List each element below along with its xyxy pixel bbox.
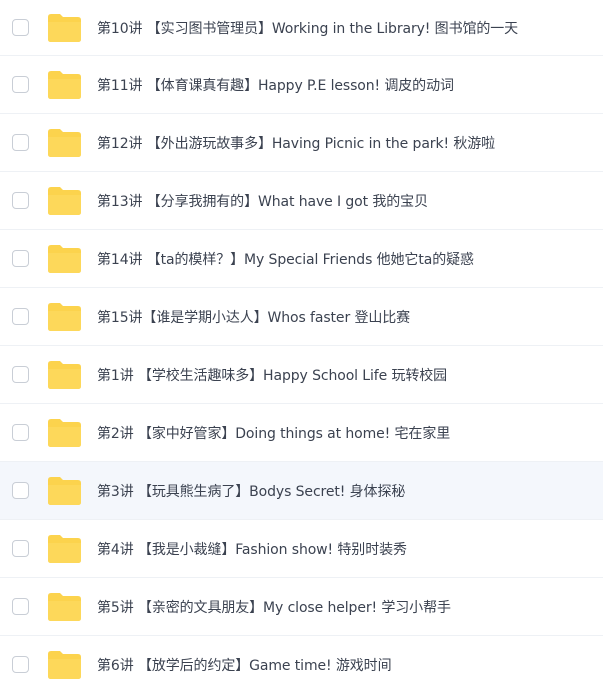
list-item[interactable]: 第13讲 【分享我拥有的】What have I got 我的宝贝: [0, 172, 603, 230]
folder-icon: [47, 418, 82, 448]
row-checkbox[interactable]: [12, 250, 29, 267]
file-name[interactable]: 第1讲 【学校生活趣味多】Happy School Life 玩转校园: [97, 365, 447, 385]
file-name[interactable]: 第13讲 【分享我拥有的】What have I got 我的宝贝: [97, 191, 428, 211]
row-checkbox[interactable]: [12, 540, 29, 557]
list-item[interactable]: 第10讲 【实习图书管理员】Working in the Library! 图书…: [0, 0, 603, 56]
list-item[interactable]: 第11讲 【体育课真有趣】Happy P.E lesson! 调皮的动词: [0, 56, 603, 114]
folder-icon: [47, 476, 82, 506]
row-checkbox[interactable]: [12, 76, 29, 93]
list-item[interactable]: 第2讲 【家中好管家】Doing things at home! 宅在家里: [0, 404, 603, 462]
file-name[interactable]: 第2讲 【家中好管家】Doing things at home! 宅在家里: [97, 423, 450, 443]
folder-icon: [47, 592, 82, 622]
folder-icon: [47, 302, 82, 332]
file-name[interactable]: 第12讲 【外出游玩故事多】Having Picnic in the park!…: [97, 133, 495, 153]
list-item[interactable]: 第6讲 【放学后的约定】Game time! 游戏时间: [0, 636, 603, 681]
row-checkbox[interactable]: [12, 656, 29, 673]
file-name[interactable]: 第3讲 【玩具熊生病了】Bodys Secret! 身体探秘: [97, 481, 405, 501]
list-item[interactable]: 第4讲 【我是小裁缝】Fashion show! 特别时装秀: [0, 520, 603, 578]
row-checkbox[interactable]: [12, 134, 29, 151]
folder-icon: [47, 186, 82, 216]
row-checkbox[interactable]: [12, 308, 29, 325]
file-name[interactable]: 第14讲 【ta的模样？】My Special Friends 他她它ta的疑惑: [97, 249, 474, 269]
folder-icon: [47, 534, 82, 564]
file-name[interactable]: 第5讲 【亲密的文具朋友】My close helper! 学习小帮手: [97, 597, 451, 617]
row-checkbox[interactable]: [12, 19, 29, 36]
folder-icon: [47, 360, 82, 390]
list-item[interactable]: 第12讲 【外出游玩故事多】Having Picnic in the park!…: [0, 114, 603, 172]
folder-icon: [47, 650, 82, 680]
row-checkbox[interactable]: [12, 424, 29, 441]
folder-icon: [47, 128, 82, 158]
row-checkbox[interactable]: [12, 192, 29, 209]
list-item[interactable]: 第14讲 【ta的模样？】My Special Friends 他她它ta的疑惑: [0, 230, 603, 288]
folder-icon: [47, 70, 82, 100]
folder-icon: [47, 244, 82, 274]
file-name[interactable]: 第11讲 【体育课真有趣】Happy P.E lesson! 调皮的动词: [97, 75, 454, 95]
list-item[interactable]: 第5讲 【亲密的文具朋友】My close helper! 学习小帮手: [0, 578, 603, 636]
file-name[interactable]: 第15讲【谁是学期小达人】Whos faster 登山比赛: [97, 307, 410, 327]
file-name[interactable]: 第6讲 【放学后的约定】Game time! 游戏时间: [97, 655, 392, 675]
list-item[interactable]: 第1讲 【学校生活趣味多】Happy School Life 玩转校园: [0, 346, 603, 404]
file-list: 第10讲 【实习图书管理员】Working in the Library! 图书…: [0, 0, 603, 681]
row-checkbox[interactable]: [12, 366, 29, 383]
row-checkbox[interactable]: [12, 598, 29, 615]
row-checkbox[interactable]: [12, 482, 29, 499]
list-item[interactable]: 第15讲【谁是学期小达人】Whos faster 登山比赛: [0, 288, 603, 346]
file-name[interactable]: 第4讲 【我是小裁缝】Fashion show! 特别时装秀: [97, 539, 407, 559]
folder-icon: [47, 13, 82, 43]
file-name[interactable]: 第10讲 【实习图书管理员】Working in the Library! 图书…: [97, 18, 518, 38]
list-item[interactable]: 第3讲 【玩具熊生病了】Bodys Secret! 身体探秘: [0, 462, 603, 520]
